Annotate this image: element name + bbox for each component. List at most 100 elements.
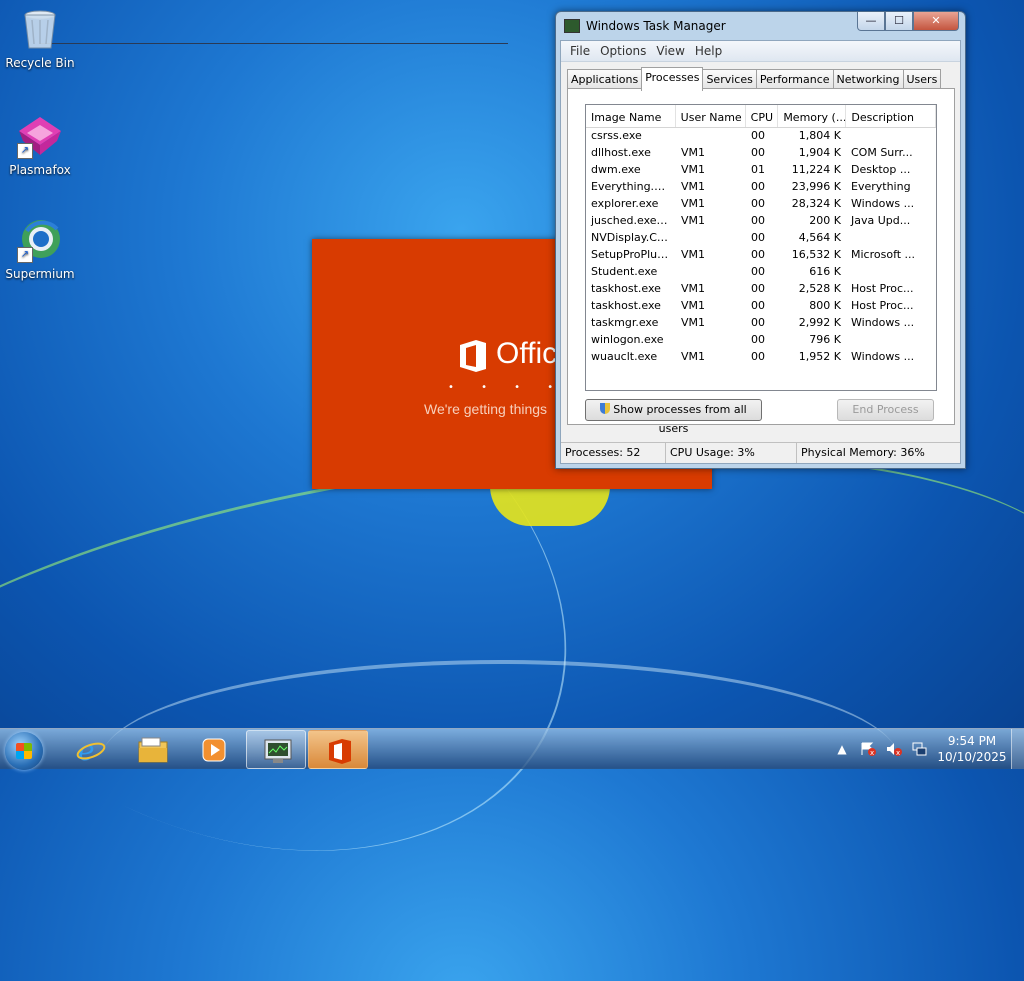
process-image-name: NVDisplay.Co...	[591, 231, 674, 244]
process-memory: 16,532 K	[791, 248, 841, 261]
maximize-button[interactable]: ☐	[885, 12, 913, 31]
media-player-icon	[200, 736, 226, 762]
start-button[interactable]	[5, 732, 43, 770]
process-row[interactable]: taskmgr.exe VM1 00 2,992 K Windows ...	[586, 315, 936, 332]
system-tray: ▲ x x 9:54 PM 10/10/2025	[829, 729, 1024, 769]
plasmafox-icon: ↗	[17, 113, 63, 159]
process-list[interactable]: Image Name User Name CPU Memory (... Des…	[585, 104, 937, 391]
window-controls: — ☐ ✕	[857, 12, 959, 31]
process-image-name: taskmgr.exe	[591, 316, 659, 329]
minimize-button[interactable]: —	[857, 12, 885, 31]
title-bar[interactable]: Windows Task Manager	[564, 17, 726, 35]
clock-date: 10/10/2025	[937, 750, 1007, 764]
process-user-name: VM1	[681, 146, 706, 159]
window-title: Windows Task Manager	[586, 19, 726, 33]
process-cpu: 00	[751, 282, 765, 295]
menu-options[interactable]: Options	[595, 41, 651, 61]
process-cpu: 01	[751, 163, 765, 176]
taskbar-media-player[interactable]	[184, 730, 242, 767]
process-description: Windows ...	[851, 316, 915, 329]
task-manager-body: File Options View Help Applications Proc…	[560, 40, 961, 464]
svg-text:x: x	[870, 749, 874, 756]
menu-bar: File Options View Help	[561, 41, 960, 62]
tab-users[interactable]: Users	[902, 69, 942, 89]
process-description	[846, 128, 926, 145]
process-row[interactable]: SetupProPlus... VM1 00 16,532 K Microsoft ..…	[586, 247, 936, 264]
show-desktop-button[interactable]	[1011, 729, 1024, 769]
process-row[interactable]: dllhost.exe VM1 00 1,904 K COM Surr...	[586, 145, 936, 162]
taskbar-task-manager[interactable]	[246, 730, 306, 769]
tab-networking[interactable]: Networking	[832, 69, 904, 89]
process-row[interactable]: jusched.exe *32 VM1 00 200 K Java Upd...	[586, 213, 936, 230]
volume-muted-icon[interactable]: x	[886, 742, 902, 757]
tab-performance[interactable]: Performance	[755, 69, 834, 89]
process-user-name	[676, 264, 746, 281]
process-memory: 28,324 K	[791, 197, 841, 210]
close-button[interactable]: ✕	[913, 12, 959, 31]
status-processes: Processes: 52	[561, 443, 666, 463]
process-row[interactable]: dwm.exe VM1 01 11,224 K Desktop ...	[586, 162, 936, 179]
process-image-name: winlogon.exe	[591, 333, 664, 346]
desktop-icon-recycle-bin[interactable]: Recycle Bin	[0, 6, 80, 70]
process-row[interactable]: NVDisplay.Co... 00 4,564 K	[586, 230, 936, 247]
process-description: Host Proc...	[851, 282, 914, 295]
process-row[interactable]: taskhost.exe VM1 00 2,528 K Host Proc...	[586, 281, 936, 298]
taskbar-internet-explorer[interactable]: e	[60, 730, 118, 767]
tab-processes[interactable]: Processes	[641, 67, 704, 91]
network-icon[interactable]	[912, 742, 928, 756]
column-user-name[interactable]: User Name	[676, 105, 746, 127]
process-image-name: taskhost.exe	[591, 299, 661, 312]
process-row[interactable]: Everything.exe VM1 00 23,996 K Everything	[586, 179, 936, 196]
menu-help[interactable]: Help	[690, 41, 727, 61]
process-memory: 616 K	[809, 265, 841, 278]
processes-panel: Image Name User Name CPU Memory (... Des…	[567, 88, 955, 435]
show-hidden-icons-arrow[interactable]: ▲	[834, 742, 850, 756]
desktop-icon-supermium[interactable]: ↗ Supermium	[0, 217, 80, 281]
process-image-name: dllhost.exe	[591, 146, 651, 159]
desktop-icon-plasmafox[interactable]: ↗ Plasmafox	[0, 113, 80, 177]
recycle-bin-icon	[17, 6, 63, 52]
column-description[interactable]: Description	[846, 105, 936, 127]
process-list-header: Image Name User Name CPU Memory (... Des…	[586, 105, 936, 128]
taskbar-office[interactable]	[308, 730, 368, 769]
process-image-name: dwm.exe	[591, 163, 641, 176]
office-logo-icon	[458, 339, 488, 373]
process-description: Host Proc...	[851, 299, 914, 312]
process-row[interactable]: csrss.exe 00 1,804 K	[586, 128, 936, 145]
menu-view[interactable]: View	[651, 41, 689, 61]
tab-applications[interactable]: Applications	[567, 69, 643, 89]
process-cpu: 00	[751, 316, 765, 329]
process-memory: 796 K	[809, 333, 841, 346]
end-process-button[interactable]: End Process	[837, 399, 934, 421]
column-image-name[interactable]: Image Name	[586, 105, 676, 127]
process-cpu: 00	[751, 180, 765, 193]
process-row[interactable]: wuauclt.exe VM1 00 1,952 K Windows ...	[586, 349, 936, 366]
process-description: Microsoft ...	[851, 248, 916, 261]
clock[interactable]: 9:54 PM 10/10/2025	[933, 733, 1011, 765]
show-all-users-button[interactable]: Show processes from all users	[585, 399, 762, 435]
column-cpu[interactable]: CPU	[746, 105, 779, 127]
process-memory: 4,564 K	[798, 231, 841, 244]
process-cpu: 00	[751, 231, 765, 244]
menu-file[interactable]: File	[565, 41, 595, 61]
action-center-icon[interactable]: x	[860, 742, 876, 757]
process-row[interactable]: explorer.exe VM1 00 28,324 K Windows ...	[586, 196, 936, 213]
status-bar: Processes: 52 CPU Usage: 3% Physical Mem…	[561, 442, 960, 463]
process-description	[846, 332, 926, 349]
tab-services[interactable]: Services	[702, 69, 757, 89]
process-memory: 11,224 K	[791, 163, 841, 176]
column-memory[interactable]: Memory (...	[778, 105, 847, 127]
process-user-name: VM1	[681, 248, 706, 261]
process-image-name: wuauclt.exe	[591, 350, 658, 363]
process-row[interactable]: taskhost.exe VM1 00 800 K Host Proc...	[586, 298, 936, 315]
shortcut-arrow-icon: ↗	[17, 247, 33, 263]
taskbar-file-explorer[interactable]	[122, 730, 180, 767]
recycle-bin-label: Recycle Bin	[5, 56, 75, 70]
process-memory: 1,952 K	[798, 350, 841, 363]
plasmafox-label: Plasmafox	[9, 163, 71, 177]
process-cpu: 00	[751, 299, 765, 312]
process-user-name: VM1	[681, 214, 706, 227]
process-row[interactable]: winlogon.exe 00 796 K	[586, 332, 936, 349]
process-row[interactable]: Student.exe 00 616 K	[586, 264, 936, 281]
process-user-name	[676, 332, 746, 349]
